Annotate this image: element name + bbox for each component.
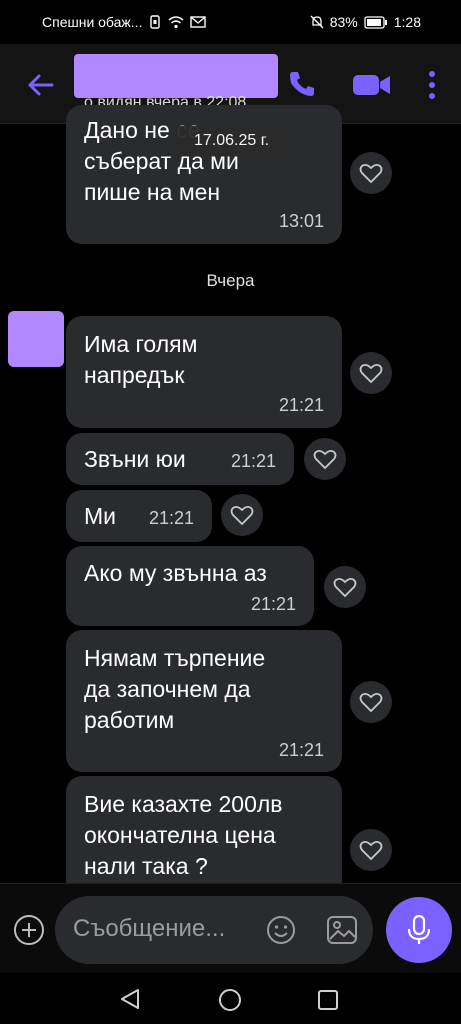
back-arrow-icon[interactable]	[24, 68, 58, 102]
day-divider: Вчера	[206, 271, 255, 290]
battery-icon	[364, 15, 387, 29]
plus-icon[interactable]	[12, 913, 46, 947]
message-text: Ако му звънна аз	[84, 560, 267, 586]
microphone-button[interactable]	[386, 897, 452, 963]
status-right: 83% 1:28	[310, 14, 421, 30]
more-vertical-icon[interactable]	[424, 68, 440, 102]
contact-name-redacted[interactable]	[74, 54, 278, 98]
message-time: 21:21	[250, 594, 296, 614]
message-composer: Съобщение...	[0, 883, 461, 973]
message-time: 21:21	[278, 740, 324, 760]
wifi-icon	[168, 16, 184, 29]
like-button[interactable]	[350, 829, 392, 871]
message-text: Нямам търпение да започнем да работим	[84, 645, 266, 733]
message-time: 21:21	[278, 395, 324, 415]
microphone-icon	[407, 914, 431, 944]
message-input[interactable]: Съобщение...	[55, 896, 373, 964]
like-button[interactable]	[324, 566, 366, 608]
message-time: 21:21	[230, 451, 276, 471]
like-button[interactable]	[350, 352, 392, 394]
heart-icon	[359, 692, 383, 713]
status-bar: Спешни обаж... 83% 1:28	[0, 0, 461, 44]
nav-recents-icon[interactable]	[316, 988, 340, 1012]
nav-home-icon[interactable]	[218, 988, 242, 1012]
heart-icon	[313, 449, 337, 470]
heart-icon	[333, 577, 357, 598]
message-bubble[interactable]: Звъни юи 21:21	[66, 433, 294, 485]
heart-icon	[359, 363, 383, 384]
battery-percent: 83%	[329, 14, 358, 30]
like-button[interactable]	[350, 681, 392, 723]
system-nav-bar	[0, 973, 461, 1024]
video-camera-icon[interactable]	[352, 70, 392, 100]
message-input-placeholder: Съобщение...	[73, 915, 226, 942]
clock: 1:28	[393, 14, 421, 30]
status-left: Спешни обаж...	[42, 14, 207, 30]
gallery-icon[interactable]	[325, 914, 359, 946]
message-bubble[interactable]: Има голям напредък 21:21	[66, 316, 342, 428]
like-button[interactable]	[304, 438, 346, 480]
message-time: 21:21	[148, 508, 194, 528]
message-text: Ми	[84, 503, 117, 529]
message-bubble[interactable]: Ми 21:21	[66, 490, 212, 542]
sender-avatar-redacted[interactable]	[8, 311, 64, 367]
message-text: Звъни юи	[84, 446, 186, 472]
emoji-icon[interactable]	[265, 914, 297, 946]
heart-icon	[359, 163, 383, 184]
date-pill: 17.06.25 г.	[173, 126, 290, 156]
mail-icon	[190, 16, 207, 28]
message-text: Има голям напредък	[84, 331, 198, 388]
heart-icon	[359, 840, 383, 861]
like-button[interactable]	[221, 494, 263, 536]
nav-back-icon[interactable]	[118, 987, 142, 1011]
message-bubble[interactable]: Ако му звънна аз 21:21	[66, 546, 314, 626]
sim-icon	[150, 15, 161, 29]
like-button[interactable]	[350, 152, 392, 194]
message-time: 13:01	[278, 211, 324, 231]
message-bubble[interactable]: Нямам търпение да започнем да работим 21…	[66, 630, 342, 772]
heart-icon	[230, 505, 254, 526]
mute-bell-icon	[310, 15, 324, 29]
phone-icon[interactable]	[286, 68, 318, 100]
message-text: Вие казахте 200лв окончателна цена нали …	[84, 791, 283, 879]
status-carrier-text: Спешни обаж...	[42, 14, 143, 30]
